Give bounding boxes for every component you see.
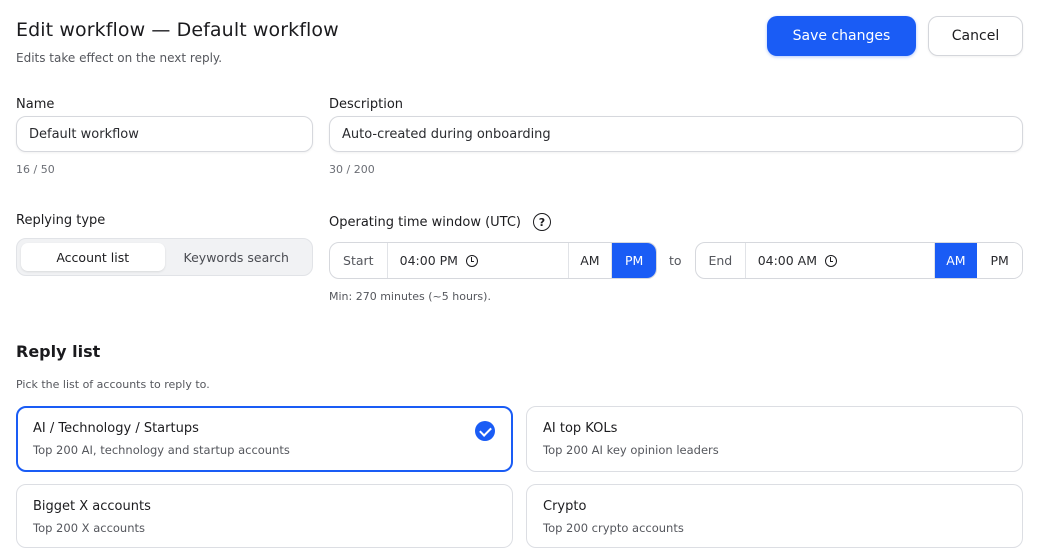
name-label: Name [16, 97, 55, 112]
check-circle-icon [475, 421, 495, 441]
clock-icon[interactable] [465, 254, 478, 267]
reply-list-card-bigget-x-accounts[interactable]: Bigget X accounts Top 200 X accounts [16, 484, 513, 548]
replying-type-toggle: Account list Keywords search [16, 238, 313, 276]
end-time-group: End 04:00 AM AM PM [695, 242, 1023, 279]
end-label: End [696, 243, 746, 278]
card-title: AI top KOLs [543, 421, 618, 436]
reply-list-subtitle: Pick the list of accounts to reply to. [16, 378, 210, 391]
start-label: Start [330, 243, 388, 278]
clock-icon[interactable] [825, 254, 838, 267]
card-description: Top 200 AI, technology and startup accou… [33, 443, 290, 457]
start-time-input[interactable]: 04:00 PM [388, 243, 569, 278]
reply-list-card-crypto[interactable]: Crypto Top 200 crypto accounts [526, 484, 1023, 548]
end-pm-button[interactable]: PM [977, 243, 1022, 278]
reply-list-card-ai-technology-startups[interactable]: AI / Technology / Startups Top 200 AI, t… [16, 406, 513, 472]
to-separator: to [669, 253, 682, 268]
account-list-option[interactable]: Account list [21, 243, 165, 271]
time-window-hint: Min: 270 minutes (~5 hours). [329, 290, 491, 303]
card-title: AI / Technology / Startups [33, 421, 199, 436]
page-title: Edit workflow — Default workflow [16, 19, 339, 41]
time-window-label: Operating time window (UTC) [329, 215, 521, 230]
description-input[interactable] [329, 116, 1023, 152]
help-question-icon[interactable]: ? [533, 213, 551, 231]
start-time-value: 04:00 PM [399, 253, 458, 268]
name-input[interactable] [16, 116, 313, 152]
reply-list-card-ai-top-kols[interactable]: AI top KOLs Top 200 AI key opinion leade… [526, 406, 1023, 472]
description-char-counter: 30 / 200 [329, 163, 375, 176]
end-time-input[interactable]: 04:00 AM [746, 243, 935, 278]
card-description: Top 200 crypto accounts [543, 521, 684, 535]
end-am-button[interactable]: AM [934, 243, 978, 278]
replying-type-label: Replying type [16, 213, 106, 228]
name-char-counter: 16 / 50 [16, 163, 55, 176]
card-description: Top 200 X accounts [33, 521, 146, 535]
keywords-search-option[interactable]: Keywords search [165, 243, 309, 271]
end-time-value: 04:00 AM [757, 253, 818, 268]
page-subtitle: Edits take effect on the next reply. [16, 51, 223, 65]
save-changes-button[interactable]: Save changes [767, 16, 916, 56]
card-title: Bigget X accounts [33, 499, 151, 514]
card-title: Crypto [543, 499, 587, 514]
card-description: Top 200 AI key opinion leaders [543, 443, 719, 457]
start-time-group: Start 04:00 PM AM PM [329, 242, 657, 279]
description-label: Description [329, 97, 404, 112]
start-pm-button[interactable]: PM [612, 243, 656, 278]
reply-list-title: Reply list [16, 342, 101, 361]
start-am-button[interactable]: AM [568, 243, 613, 278]
cancel-button[interactable]: Cancel [928, 16, 1023, 56]
